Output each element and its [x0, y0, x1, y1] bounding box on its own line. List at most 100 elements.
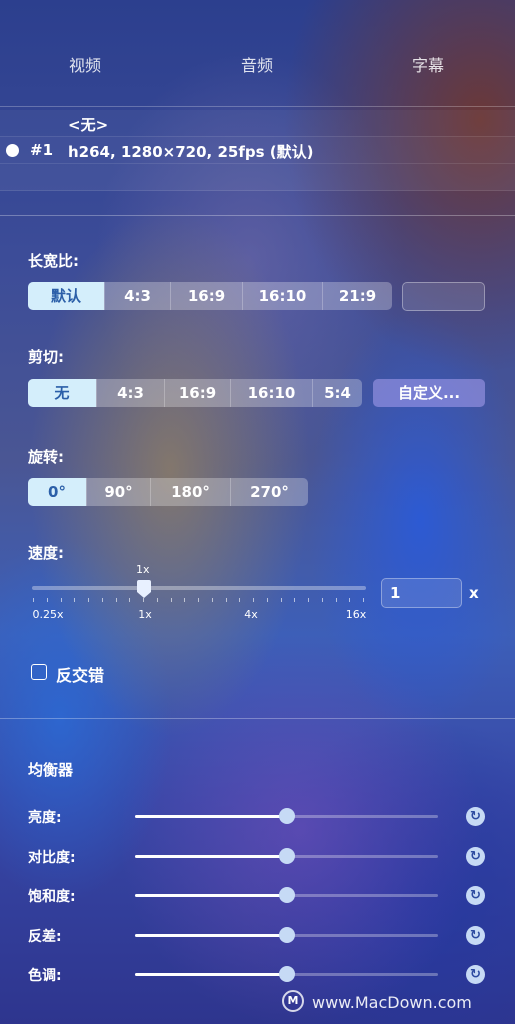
aspect-option-default[interactable]: 默认: [28, 282, 104, 310]
divider: [0, 215, 515, 216]
speed-tick: [170, 598, 172, 602]
divider: [0, 190, 515, 191]
rotation-label: 旋转:: [28, 448, 64, 466]
crop-option-4-3[interactable]: 4:3: [96, 379, 164, 407]
aspect-ratio-label: 长宽比:: [28, 252, 79, 270]
track-row-1[interactable]: #1 h264, 1280×720, 25fps (默认): [0, 137, 515, 163]
speed-tick: [321, 598, 323, 602]
slider-knob[interactable]: [278, 887, 295, 903]
speed-tick: [60, 598, 62, 602]
rotation-option-180[interactable]: 180°: [150, 478, 230, 506]
crop-option-16-9[interactable]: 16:9: [164, 379, 230, 407]
speed-tick: [129, 598, 131, 602]
divider: [0, 106, 515, 107]
speed-tick: [239, 598, 241, 602]
speed-tick: [266, 598, 268, 602]
slider-knob[interactable]: [278, 966, 295, 982]
crop-option-none[interactable]: 无: [28, 379, 96, 407]
deinterlace-checkbox[interactable]: [31, 664, 47, 680]
saturation-reset-icon[interactable]: ↻: [466, 886, 485, 905]
crop-segmented: 无 4:3 16:9 16:10 5:4: [28, 379, 362, 407]
watermark-logo-icon: M: [282, 990, 304, 1012]
speed-tick: [335, 598, 337, 602]
speed-tick-label: 0.25x: [32, 608, 64, 621]
aspect-custom-input[interactable]: [402, 282, 485, 311]
speed-tick: [308, 598, 309, 602]
contrast-slider[interactable]: [135, 848, 438, 864]
selected-dot-icon: [6, 144, 19, 157]
speed-tick-label: 16x: [345, 608, 367, 621]
speed-tick: [143, 598, 144, 602]
brightness-slider[interactable]: [135, 808, 438, 824]
speed-tick: [225, 598, 227, 602]
saturation-label: 饱和度:: [28, 889, 76, 905]
saturation-slider[interactable]: [135, 887, 438, 903]
aspect-option-16-9[interactable]: 16:9: [170, 282, 242, 310]
brightness-reset-icon[interactable]: ↻: [466, 807, 485, 826]
aspect-ratio-segmented: 默认 4:3 16:9 16:10 21:9: [28, 282, 392, 310]
speed-tick: [363, 598, 364, 602]
speed-tick: [74, 598, 76, 602]
crop-option-5-4[interactable]: 5:4: [312, 379, 362, 407]
hue-label: 色调:: [28, 968, 62, 984]
track-row-none[interactable]: <无>: [0, 110, 515, 136]
speed-current-label: 1x: [136, 563, 150, 576]
crop-option-16-10[interactable]: 16:10: [230, 379, 312, 407]
speed-slider-knob[interactable]: [137, 580, 151, 592]
speed-tick: [253, 598, 254, 602]
brightness-label: 亮度:: [28, 810, 62, 826]
speed-unit: x: [469, 584, 479, 602]
rotation-segmented: 0° 90° 180° 270°: [28, 478, 308, 506]
speed-tick: [198, 598, 199, 602]
speed-tick: [101, 598, 103, 602]
speed-tick-label: 1x: [138, 608, 152, 621]
track-row-empty: [0, 164, 515, 190]
track-none-label: <无>: [68, 116, 109, 134]
speed-tick-label: 4x: [244, 608, 258, 621]
slider-fill: [135, 815, 287, 818]
speed-slider[interactable]: [32, 580, 366, 598]
contrast-label: 对比度:: [28, 850, 76, 866]
rotation-option-0[interactable]: 0°: [28, 478, 86, 506]
aspect-option-16-10[interactable]: 16:10: [242, 282, 322, 310]
rotation-option-270[interactable]: 270°: [230, 478, 308, 506]
track-description: h264, 1280×720, 25fps (默认): [68, 143, 314, 161]
slider-fill: [135, 855, 287, 858]
contrast-reset-icon[interactable]: ↻: [466, 847, 485, 866]
speed-tick: [211, 598, 213, 602]
speed-tick: [184, 598, 186, 602]
crop-label: 剪切:: [28, 348, 64, 366]
speed-tick: [294, 598, 296, 602]
slider-knob[interactable]: [278, 848, 295, 864]
tab-subtitles[interactable]: 字幕: [368, 52, 488, 76]
slider-knob[interactable]: [278, 808, 295, 824]
speed-tick: [115, 598, 117, 602]
speed-input-value: 1: [390, 584, 401, 602]
watermark-text: www.MacDown.com: [312, 993, 472, 1012]
aspect-option-21-9[interactable]: 21:9: [322, 282, 392, 310]
speed-input[interactable]: 1: [381, 578, 462, 608]
speed-tick: [156, 598, 158, 602]
gamma-reset-icon[interactable]: ↻: [466, 926, 485, 945]
tab-audio[interactable]: 音频: [197, 52, 317, 76]
speed-tick: [46, 598, 48, 602]
divider: [0, 718, 515, 719]
hue-slider[interactable]: [135, 966, 438, 982]
speed-tick: [33, 598, 34, 602]
gamma-slider[interactable]: [135, 927, 438, 943]
speed-label: 速度:: [28, 544, 64, 562]
slider-knob[interactable]: [278, 927, 295, 943]
crop-custom-button[interactable]: 自定义...: [373, 379, 485, 407]
deinterlace-label[interactable]: 反交错: [56, 662, 104, 686]
slider-fill: [135, 973, 287, 976]
slider-fill: [135, 894, 287, 897]
tab-video[interactable]: 视频: [25, 52, 145, 76]
rotation-option-90[interactable]: 90°: [86, 478, 150, 506]
gamma-label: 反差:: [28, 929, 62, 945]
hue-reset-icon[interactable]: ↻: [466, 965, 485, 984]
speed-tick: [349, 598, 351, 602]
speed-tick: [88, 598, 89, 602]
slider-fill: [135, 934, 287, 937]
aspect-option-4-3[interactable]: 4:3: [104, 282, 170, 310]
speed-tick: [280, 598, 282, 602]
